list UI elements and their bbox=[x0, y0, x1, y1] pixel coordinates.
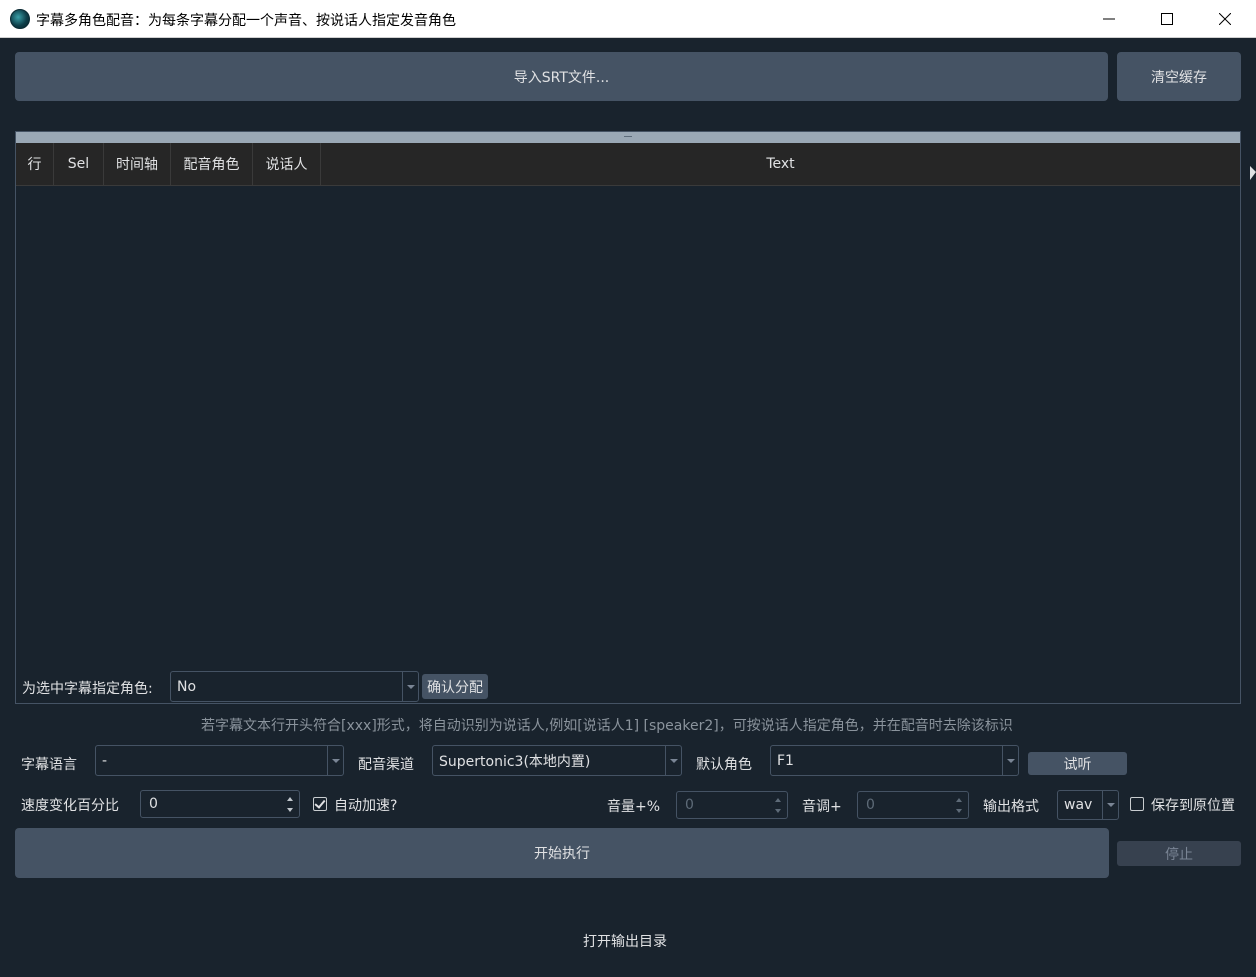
subtitle-table[interactable]: 行 Sel 时间轴 配音角色 说话人 Text 为选中字幕指定角色: No 确认… bbox=[15, 131, 1241, 704]
open-output-dir-link[interactable]: 打开输出目录 bbox=[583, 931, 667, 951]
chevron-down-icon bbox=[1002, 746, 1018, 775]
start-button[interactable]: 开始执行 bbox=[15, 828, 1109, 878]
speed-percent-spinbox[interactable]: 0 bbox=[140, 790, 300, 818]
default-role-value: F1 bbox=[777, 752, 794, 769]
assign-role-select[interactable]: No bbox=[170, 671, 419, 702]
subtitle-language-select[interactable]: - bbox=[95, 745, 344, 776]
dubbing-channel-label: 配音渠道 bbox=[358, 757, 414, 773]
chevron-down-icon bbox=[1102, 791, 1118, 819]
chevron-down-icon bbox=[327, 746, 343, 775]
speed-percent-value: 0 bbox=[149, 796, 158, 812]
chevron-down-icon bbox=[665, 746, 681, 775]
volume-value: 0 bbox=[685, 797, 694, 813]
stop-button[interactable]: 停止 bbox=[1117, 841, 1241, 866]
table-header: 行 Sel 时间轴 配音角色 说话人 Text bbox=[16, 143, 1240, 186]
spin-arrows-icon[interactable] bbox=[771, 794, 785, 816]
column-header-sel[interactable]: Sel bbox=[54, 143, 104, 185]
volume-label: 音量+% bbox=[607, 799, 661, 815]
dubbing-channel-value: Supertonic3(本地内置) bbox=[439, 753, 591, 770]
splitter-handle[interactable] bbox=[16, 132, 1240, 143]
clear-cache-button[interactable]: 清空缓存 bbox=[1117, 52, 1241, 101]
close-button[interactable] bbox=[1196, 0, 1254, 38]
mouse-cursor-icon bbox=[1250, 166, 1256, 180]
auto-speed-label: 自动加速? bbox=[334, 798, 398, 814]
output-format-value: wav bbox=[1064, 797, 1093, 813]
speaker-hint-text: 若字幕文本行开头符合[xxx]形式，将自动识别为说话人,例如[说话人1] [sp… bbox=[201, 718, 1013, 734]
pitch-label: 音调+ bbox=[802, 799, 842, 815]
speed-percent-label: 速度变化百分比 bbox=[21, 798, 119, 814]
save-original-label: 保存到原位置 bbox=[1151, 798, 1235, 814]
preview-button[interactable]: 试听 bbox=[1028, 752, 1127, 775]
auto-speed-checkbox[interactable] bbox=[313, 797, 327, 811]
chevron-down-icon bbox=[402, 672, 418, 701]
import-srt-button[interactable]: 导入SRT文件... bbox=[15, 52, 1108, 101]
output-format-label: 输出格式 bbox=[983, 799, 1039, 815]
spin-arrows-icon[interactable] bbox=[283, 793, 297, 815]
subtitle-language-value: - bbox=[102, 752, 108, 769]
pitch-value: 0 bbox=[866, 797, 875, 813]
dubbing-channel-select[interactable]: Supertonic3(本地内置) bbox=[432, 745, 682, 776]
title-bar: 字幕多角色配音：为每条字幕分配一个声音、按说话人指定发音角色 bbox=[0, 0, 1256, 38]
minimize-button[interactable] bbox=[1080, 0, 1138, 38]
app-logo-icon bbox=[10, 9, 30, 29]
volume-spinbox[interactable]: 0 bbox=[676, 791, 788, 819]
confirm-assign-button[interactable]: 确认分配 bbox=[422, 674, 488, 699]
maximize-button[interactable] bbox=[1138, 0, 1196, 38]
subtitle-language-label: 字幕语言 bbox=[21, 757, 77, 773]
maximize-icon bbox=[1161, 13, 1173, 25]
output-format-select[interactable]: wav bbox=[1057, 790, 1119, 820]
assign-role-label: 为选中字幕指定角色: bbox=[22, 681, 153, 697]
column-header-timeline[interactable]: 时间轴 bbox=[104, 143, 171, 185]
column-header-voice-role[interactable]: 配音角色 bbox=[171, 143, 253, 185]
pitch-spinbox[interactable]: 0 bbox=[857, 791, 969, 819]
assign-role-value: No bbox=[177, 678, 197, 695]
column-header-text[interactable]: Text bbox=[321, 143, 1240, 185]
column-header-speaker[interactable]: 说话人 bbox=[253, 143, 321, 185]
spin-arrows-icon[interactable] bbox=[952, 794, 966, 816]
column-header-row[interactable]: 行 bbox=[16, 143, 54, 185]
grip-icon bbox=[624, 136, 632, 137]
save-original-checkbox[interactable] bbox=[1130, 797, 1144, 811]
default-role-select[interactable]: F1 bbox=[770, 745, 1019, 776]
window-title: 字幕多角色配音：为每条字幕分配一个声音、按说话人指定发音角色 bbox=[36, 13, 456, 29]
default-role-label: 默认角色 bbox=[696, 757, 752, 773]
close-icon bbox=[1219, 13, 1231, 25]
table-body[interactable] bbox=[16, 186, 1240, 666]
minimize-icon bbox=[1103, 18, 1115, 20]
